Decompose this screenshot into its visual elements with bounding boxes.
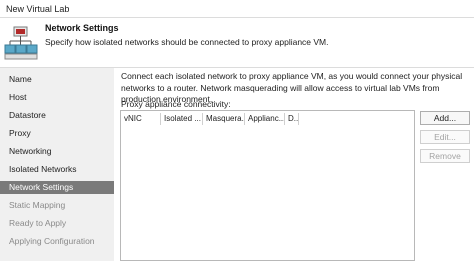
step-proxy[interactable]: Proxy bbox=[0, 127, 114, 140]
step-static-mapping: Static Mapping bbox=[9, 200, 66, 210]
page-title: Network Settings bbox=[45, 23, 119, 33]
column-header-masquerade[interactable]: Masquera... bbox=[203, 113, 245, 125]
edit-button[interactable]: Edit... bbox=[420, 130, 470, 144]
column-header-vnic[interactable]: vNIC bbox=[121, 113, 161, 125]
step-name[interactable]: Name bbox=[0, 73, 114, 86]
title-bar: New Virtual Lab bbox=[0, 0, 474, 18]
step-networking[interactable]: Networking bbox=[0, 145, 114, 158]
connectivity-label: Proxy appliance connectivity: bbox=[121, 99, 231, 109]
window-title: New Virtual Lab bbox=[6, 4, 70, 14]
add-button[interactable]: Add... bbox=[420, 111, 470, 125]
remove-button[interactable]: Remove bbox=[420, 149, 470, 163]
column-header-appliance[interactable]: Applianc... bbox=[245, 113, 285, 125]
wizard-header: Network Settings Specify how isolated ne… bbox=[0, 18, 474, 68]
step-ready-to-apply: Ready to Apply bbox=[9, 218, 67, 228]
step-host[interactable]: Host bbox=[0, 91, 114, 104]
step-applying-configuration: Applying Configuration bbox=[9, 236, 95, 246]
list-header: vNIC Isolated ... Masquera... Applianc..… bbox=[121, 113, 414, 125]
main-content: Connect each isolated network to proxy a… bbox=[114, 68, 474, 261]
step-datastore[interactable]: Datastore bbox=[0, 109, 114, 122]
step-network-settings[interactable]: Network Settings bbox=[0, 181, 114, 194]
column-header-isolated[interactable]: Isolated ... bbox=[161, 113, 203, 125]
wizard-steps-sidebar: Name Host Datastore Proxy Networking Iso… bbox=[0, 68, 114, 261]
step-isolated-networks[interactable]: Isolated Networks bbox=[0, 163, 114, 176]
page-subtitle: Specify how isolated networks should be … bbox=[45, 37, 329, 47]
proxy-connectivity-list[interactable]: vNIC Isolated ... Masquera... Applianc..… bbox=[120, 110, 415, 261]
virtual-lab-network-icon bbox=[4, 26, 38, 60]
column-header-d[interactable]: D... bbox=[285, 113, 299, 125]
